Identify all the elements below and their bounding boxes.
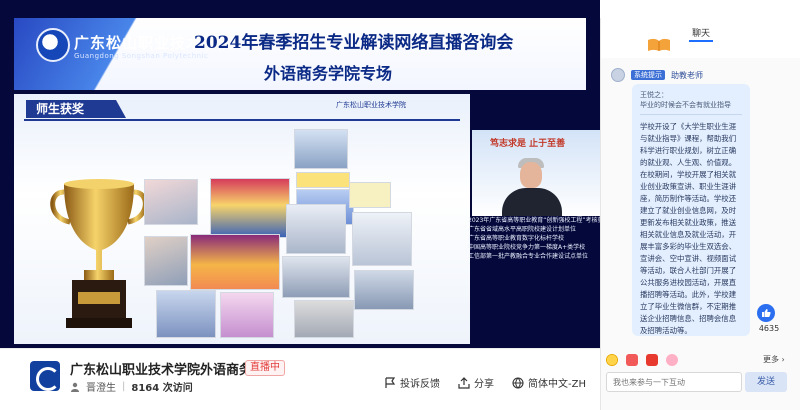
award-photo <box>190 234 280 290</box>
slide-school-label: 广东松山职业技术学院 <box>336 101 406 109</box>
stream-info-bar: 广东松山职业技术学院外语商务学院 直播中 晋澄生 | 8164 次访问 投诉反馈… <box>0 348 600 410</box>
report-label: 投诉反馈 <box>400 379 441 390</box>
language-label: 简体中文-ZH <box>528 379 586 390</box>
emoji-icon[interactable] <box>606 354 618 366</box>
chat-toolbar <box>606 354 678 366</box>
school-motto: 笃志求是 止于至善 <box>490 139 566 149</box>
quoted-user: 王悦之： <box>640 91 668 99</box>
report-button[interactable]: 投诉反馈 <box>384 375 440 390</box>
share-button[interactable]: 分享 <box>458 375 494 390</box>
award-item: 中国高等职业院校竞争力第一梯度A+类学校 <box>468 244 586 251</box>
award-photo <box>294 300 354 338</box>
avatar <box>611 68 625 82</box>
award-photo <box>210 178 290 238</box>
separator: | <box>122 381 126 392</box>
user-icon <box>71 382 79 392</box>
trophy-image <box>50 179 148 328</box>
red-packet-icon[interactable] <box>646 354 658 366</box>
award-photo <box>352 212 412 266</box>
like-button[interactable] <box>757 304 775 322</box>
award-photo <box>144 179 198 225</box>
award-item: 广东省高等职业教育数字化标杆学校 <box>468 235 565 242</box>
award-photo <box>354 270 414 310</box>
award-photo <box>144 236 188 286</box>
channel-logo <box>30 361 60 391</box>
award-item: 工信部第一批产教融合专业合作建设试点单位 <box>468 253 589 260</box>
globe-icon <box>512 376 524 389</box>
award-photo <box>296 172 350 188</box>
banner-subtitle: 外语商务学院专场 <box>264 64 393 83</box>
speaker-face <box>520 162 542 188</box>
language-select[interactable]: 简体中文-ZH <box>512 375 586 390</box>
slide-divider <box>24 119 460 121</box>
chat-message-header: 系统提示 助教老师 <box>611 68 703 82</box>
awards-list: 2023年广东省高等职业教育“创新强校工程”考核获评A类第8名 广东省省域高水平… <box>468 216 600 261</box>
chat-input[interactable] <box>606 372 742 392</box>
send-button[interactable]: 发送 <box>745 372 787 392</box>
host-row: 晋澄生 | 8164 次访问 <box>70 379 193 394</box>
quoted-text: 毕业的时候会不会有就业指导 <box>640 101 731 109</box>
share-label: 分享 <box>474 379 495 390</box>
award-photo <box>282 256 350 298</box>
host-name: 晋澄生 <box>86 383 116 394</box>
quoted-question: 王悦之： 毕业的时候会不会有就业指导 <box>640 90 742 115</box>
chat-message-bubble: 王悦之： 毕业的时候会不会有就业指导 学校开设了《大学生职业生涯与就业指导》课程… <box>632 84 750 336</box>
speaker-camera: 笃志求是 止于至善 <box>472 130 600 216</box>
event-banner: 广东松山职业技术学院 Guangdong Songshan Polytechni… <box>14 18 586 90</box>
award-item: 广东省省域高水平高职院校建设计划单位 <box>468 226 577 233</box>
award-photo <box>220 292 274 338</box>
answer-text: 学校开设了《大学生职业生涯与就业指导》课程，帮助我们科学进行职业规划，树立正确的… <box>640 122 737 335</box>
award-photo <box>294 129 348 169</box>
share-icon <box>458 376 470 389</box>
school-name-en: Guangdong Songshan Polytechnic <box>74 52 209 60</box>
award-photo <box>286 204 346 254</box>
flower-icon[interactable] <box>666 354 678 366</box>
award-item: 2023年广东省高等职业教育“创新强校工程”考核获评A类第8名 <box>468 217 600 224</box>
presentation-slide: 师生获奖 广东松山职业技术学院 <box>14 94 470 344</box>
award-photo <box>349 182 391 208</box>
visit-count: 8164 次访问 <box>131 383 193 394</box>
slide-section-tag: 师生获奖 <box>26 100 126 118</box>
award-photo <box>156 290 216 338</box>
school-logo <box>36 28 70 62</box>
tab-indicator <box>689 40 713 42</box>
book-icon <box>648 38 670 51</box>
report-icon <box>385 376 396 388</box>
like-count: 4635 <box>758 324 780 333</box>
stream-actions: 投诉反馈 分享 简体中文-ZH <box>384 375 586 390</box>
tab-chat[interactable]: 聊天 <box>601 26 800 39</box>
live-stream-page: 广东松山职业技术学院 Guangdong Songshan Polytechni… <box>0 0 800 410</box>
chat-header: 聊天 <box>601 18 800 58</box>
user-role-badge: 系统提示 <box>631 70 665 80</box>
user-name: 助教老师 <box>671 70 703 80</box>
video-player[interactable]: 广东松山职业技术学院 Guangdong Songshan Polytechni… <box>0 0 600 348</box>
thumbs-up-icon <box>762 309 771 317</box>
banner-title: 2024年春季招生专业解读网络直播咨询会 <box>194 33 514 53</box>
more-button[interactable]: 更多 › <box>763 354 785 365</box>
gift-icon[interactable] <box>626 354 638 366</box>
live-status-badge: 直播中 <box>245 360 285 376</box>
